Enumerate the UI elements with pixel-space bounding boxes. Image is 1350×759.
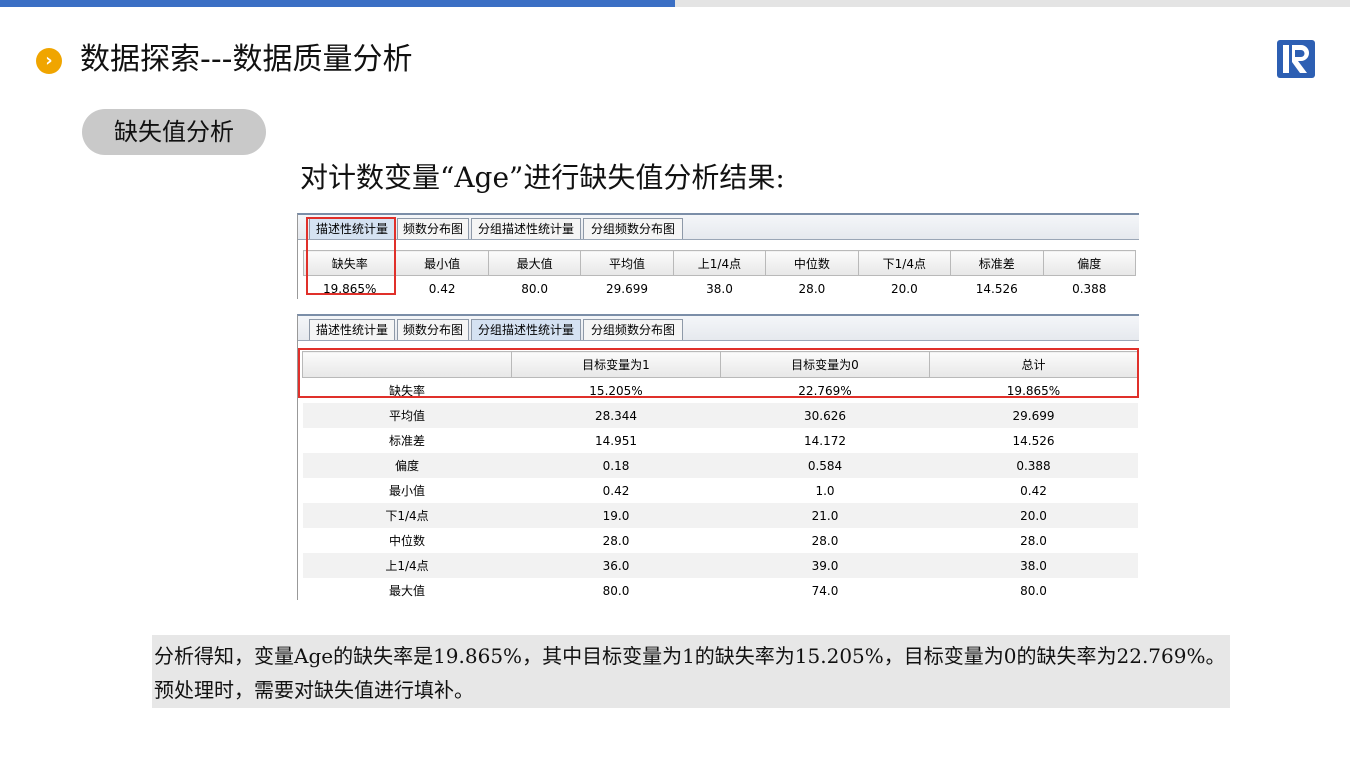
table-cell[interactable]: 20.0 bbox=[858, 276, 950, 303]
tab-group-descriptive-stats[interactable]: 分组描述性统计量 bbox=[471, 319, 581, 340]
col-header[interactable]: 上1/4点 bbox=[672, 250, 767, 276]
table-row[interactable]: 偏度 0.18 0.584 0.388 bbox=[302, 453, 1138, 478]
table-cell: 0.42 bbox=[929, 478, 1138, 503]
table-cell: 21.0 bbox=[720, 503, 930, 528]
tab-group-descriptive-stats[interactable]: 分组描述性统计量 bbox=[471, 218, 581, 239]
table-cell: 29.699 bbox=[929, 403, 1138, 428]
table-cell: 39.0 bbox=[720, 553, 930, 578]
table-header-row: 缺失率 最小值 最大值 平均值 上1/4点 中位数 下1/4点 标准差 偏度 bbox=[302, 250, 1136, 276]
table-cell: 0.42 bbox=[511, 478, 721, 503]
table-cell: 28.0 bbox=[929, 528, 1138, 553]
table-cell: 20.0 bbox=[929, 503, 1138, 528]
row-label: 平均值 bbox=[302, 403, 512, 428]
top-gray-bar bbox=[675, 0, 1350, 7]
r-logo-icon bbox=[1277, 40, 1315, 78]
col-header[interactable]: 标准差 bbox=[950, 250, 1044, 276]
table-cell: 0.584 bbox=[720, 453, 930, 478]
row-label: 偏度 bbox=[302, 453, 512, 478]
table-cell[interactable]: 14.526 bbox=[951, 276, 1043, 303]
tab-group-frequency-chart[interactable]: 分组频数分布图 bbox=[583, 218, 683, 239]
col-header[interactable]: 中位数 bbox=[765, 250, 859, 276]
col-header[interactable]: 平均值 bbox=[580, 250, 674, 276]
subtitle: 对计数变量“Age”进行缺失值分析结果: bbox=[300, 161, 785, 194]
table-cell: 14.526 bbox=[929, 428, 1138, 453]
table-cell: 19.0 bbox=[511, 503, 721, 528]
col-header[interactable]: 最小值 bbox=[395, 250, 489, 276]
row-label: 中位数 bbox=[302, 528, 512, 553]
row-label: 下1/4点 bbox=[302, 503, 512, 528]
table-row[interactable]: 标准差 14.951 14.172 14.526 bbox=[302, 428, 1138, 453]
table-cell: 14.172 bbox=[720, 428, 930, 453]
table-row[interactable]: 上1/4点 36.0 39.0 38.0 bbox=[302, 553, 1138, 578]
row-label: 最大值 bbox=[302, 578, 512, 603]
tab-frequency-chart[interactable]: 频数分布图 bbox=[397, 218, 469, 239]
row-label: 标准差 bbox=[302, 428, 512, 453]
table-row[interactable]: 平均值 28.344 30.626 29.699 bbox=[302, 403, 1138, 428]
table-cell: 28.0 bbox=[511, 528, 721, 553]
col-header[interactable]: 偏度 bbox=[1042, 250, 1136, 276]
stats-panel: 描述性统计量 频数分布图 分组描述性统计量 分组频数分布图 缺失率 最小值 最大… bbox=[297, 213, 1139, 299]
col-header[interactable]: 下1/4点 bbox=[857, 250, 952, 276]
table-cell: 1.0 bbox=[720, 478, 930, 503]
table-cell: 14.951 bbox=[511, 428, 721, 453]
table-cell[interactable]: 80.0 bbox=[488, 276, 580, 303]
table-cell[interactable]: 28.0 bbox=[766, 276, 858, 303]
highlight-missing-rate-row bbox=[298, 348, 1139, 398]
table-cell: 38.0 bbox=[929, 553, 1138, 578]
highlight-missing-rate-column bbox=[306, 217, 396, 295]
table-cell: 80.0 bbox=[929, 578, 1138, 603]
conclusion-text: 分析得知，变量Age的缺失率是19.865%，其中目标变量为1的缺失率为15.2… bbox=[152, 635, 1230, 708]
row-label: 上1/4点 bbox=[302, 553, 512, 578]
table-cell: 80.0 bbox=[511, 578, 721, 603]
table-cell: 36.0 bbox=[511, 553, 721, 578]
col-header[interactable]: 最大值 bbox=[487, 250, 582, 276]
page-title: 数据探索---数据质量分析 bbox=[80, 42, 413, 77]
tab-descriptive-stats[interactable]: 描述性统计量 bbox=[309, 319, 395, 340]
chevron-right-icon: › bbox=[36, 48, 62, 74]
tab-frequency-chart[interactable]: 频数分布图 bbox=[397, 319, 469, 340]
table-cell: 30.626 bbox=[720, 403, 930, 428]
table-cell[interactable]: 0.388 bbox=[1043, 276, 1136, 303]
section-pill: 缺失值分析 bbox=[82, 109, 266, 155]
row-label: 最小值 bbox=[302, 478, 512, 503]
table-row[interactable]: 下1/4点 19.0 21.0 20.0 bbox=[302, 503, 1138, 528]
table-cell: 28.344 bbox=[511, 403, 721, 428]
top-accent-bar bbox=[0, 0, 675, 7]
tab-bar: 描述性统计量 频数分布图 分组描述性统计量 分组频数分布图 bbox=[298, 215, 1139, 240]
table-cell: 28.0 bbox=[720, 528, 930, 553]
table-cell: 0.18 bbox=[511, 453, 721, 478]
table-cell: 74.0 bbox=[720, 578, 930, 603]
table-row[interactable]: 最大值 80.0 74.0 80.0 bbox=[302, 578, 1138, 603]
tab-group-frequency-chart[interactable]: 分组频数分布图 bbox=[583, 319, 683, 340]
stats-table: 缺失率 最小值 最大值 平均值 上1/4点 中位数 下1/4点 标准差 偏度 1… bbox=[302, 250, 1136, 303]
table-row[interactable]: 最小值 0.42 1.0 0.42 bbox=[302, 478, 1138, 503]
table-row: 19.865% 0.42 80.0 29.699 38.0 28.0 20.0 … bbox=[304, 276, 1136, 303]
table-cell: 0.388 bbox=[929, 453, 1138, 478]
table-cell[interactable]: 29.699 bbox=[581, 276, 673, 303]
table-row[interactable]: 中位数 28.0 28.0 28.0 bbox=[302, 528, 1138, 553]
tab-bar: 描述性统计量 频数分布图 分组描述性统计量 分组频数分布图 bbox=[298, 316, 1139, 341]
table-cell[interactable]: 38.0 bbox=[673, 276, 765, 303]
table-cell[interactable]: 0.42 bbox=[396, 276, 488, 303]
